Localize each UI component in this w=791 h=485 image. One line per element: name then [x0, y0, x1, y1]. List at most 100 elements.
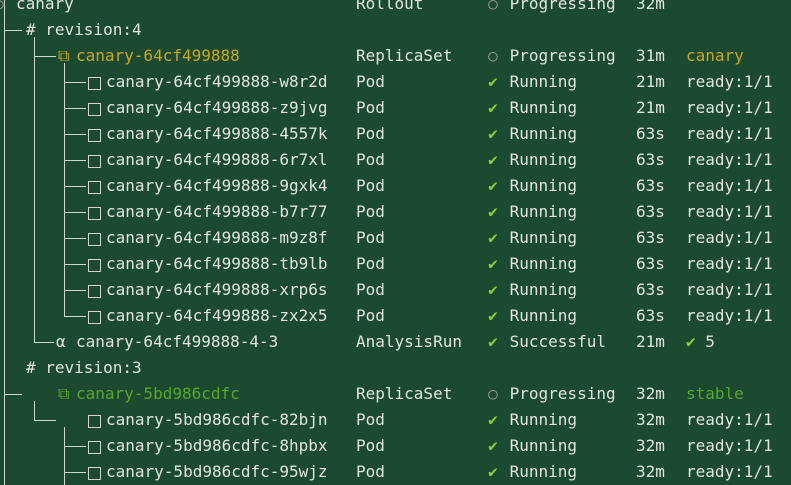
pod-icon [88, 311, 101, 324]
resource-status: ✔ Running [486, 121, 577, 147]
resource-status: ✔ Successful [486, 329, 606, 355]
replicaset-icon: ⧉ [58, 384, 70, 403]
resource-info: ready:1/1 [686, 228, 773, 247]
resource-name: canary-64cf499888-6r7xl [106, 150, 328, 169]
pod-icon [88, 259, 101, 272]
status-text: Running [500, 124, 578, 143]
check-icon: ✔ [488, 436, 498, 455]
resource-age: 63s [636, 150, 665, 169]
tree-line [64, 134, 86, 135]
pod-row[interactable]: canary-64cf499888-m9z8f Pod ✔ Running 63s re… [0, 225, 791, 251]
resource-kind: Pod [356, 202, 385, 221]
resource-age: 21m [636, 72, 665, 91]
tree-line [64, 316, 86, 317]
resource-info: stable [686, 384, 744, 403]
pod-row[interactable]: canary-64cf499888-4557k Pod ✔ Running 63s re… [0, 121, 791, 147]
pod-icon [88, 415, 101, 428]
status-text: Successful [500, 332, 606, 351]
pod-row[interactable]: canary-64cf499888-w8r2d Pod ✔ Running 21m re… [0, 69, 791, 95]
check-icon: ✔ [488, 176, 498, 195]
tree-line [34, 342, 54, 343]
resource-info: ready:1/1 [686, 124, 773, 143]
pod-row[interactable]: canary-5bd986cdfc-82bjn Pod ✔ Running 32m re… [0, 407, 791, 433]
pod-row[interactable]: canary-64cf499888-6r7xl Pod ✔ Running 63s re… [0, 147, 791, 173]
resource-status: ✔ Running [486, 251, 577, 277]
resource-kind: Pod [356, 410, 385, 429]
resource-status: ✔ Running [486, 69, 577, 95]
tree-line [64, 63, 65, 316]
status-text: Running [500, 202, 578, 221]
resource-age: 63s [636, 124, 665, 143]
resource-info: ready:1/1 [686, 436, 773, 455]
tree-line [64, 186, 86, 187]
resource-kind: Pod [356, 306, 385, 325]
terminal-window: ○ canary Rollout ○ Progressing 32m # revision… [0, 0, 791, 485]
pod-row[interactable]: canary-64cf499888-b7r77 Pod ✔ Running 63s re… [0, 199, 791, 225]
check-icon: ✔ [488, 150, 498, 169]
replicaset-row[interactable]: ⧉ canary-5bd986cdfc ReplicaSet ○ Progressin… [0, 381, 791, 407]
resource-name: canary-5bd986cdfc-95wjz [106, 462, 328, 481]
check-icon: ✔ [686, 332, 706, 351]
tree-line [64, 108, 86, 109]
resource-age: 32m [636, 410, 665, 429]
resource-name: canary-64cf499888-b7r77 [106, 202, 328, 221]
resource-kind: Pod [356, 98, 385, 117]
pod-row[interactable]: canary-5bd986cdfc-95wjz Pod ✔ Running 32m re… [0, 459, 791, 485]
pod-row[interactable]: canary-64cf499888-tb9lb Pod ✔ Running 63s re… [0, 251, 791, 277]
resource-status: ✔ Running [486, 225, 577, 251]
resource-status: ✔ Running [486, 407, 577, 433]
rollout-row[interactable]: ○ canary Rollout ○ Progressing 32m [0, 0, 791, 17]
revision-row[interactable]: # revision:3 [0, 355, 791, 381]
check-icon: ✔ [488, 254, 498, 273]
resource-status: ✔ Running [486, 95, 577, 121]
pod-row[interactable]: canary-64cf499888-zx2x5 Pod ✔ Running 63s re… [0, 303, 791, 329]
pod-icon [88, 467, 101, 480]
check-icon: ✔ [488, 462, 498, 481]
status-text: Running [500, 280, 578, 299]
tree-line [64, 290, 86, 291]
tree-line [64, 160, 86, 161]
pod-row[interactable]: canary-64cf499888-9gxk4 Pod ✔ Running 63s re… [0, 173, 791, 199]
resource-age: 63s [636, 228, 665, 247]
pod-row[interactable]: canary-5bd986cdfc-8hpbx Pod ✔ Running 32m re… [0, 433, 791, 459]
resource-kind: Pod [356, 436, 385, 455]
resource-kind: ReplicaSet [356, 384, 453, 403]
resource-name: canary-64cf499888-zx2x5 [106, 306, 328, 325]
tree-line [4, 394, 22, 395]
resource-info: canary [686, 46, 744, 65]
resource-kind: Pod [356, 280, 385, 299]
progress-circle-icon: ○ [488, 384, 498, 403]
resource-name: canary-64cf499888-4-3 [76, 332, 279, 351]
tree-line [64, 427, 65, 485]
check-icon: ✔ [488, 280, 498, 299]
tree-line [34, 401, 35, 420]
resource-info: ready:1/1 [686, 176, 773, 195]
analysisrun-row[interactable]: α canary-64cf499888-4-3 AnalysisRun ✔ Succe… [0, 329, 791, 355]
resource-kind: AnalysisRun [356, 332, 462, 351]
pod-icon [88, 155, 101, 168]
replicaset-row[interactable]: ⧉ canary-64cf499888 ReplicaSet ○ Progressin… [0, 43, 791, 69]
resource-info: ready:1/1 [686, 306, 773, 325]
status-text: Running [500, 176, 578, 195]
resource-age: 31m [636, 46, 665, 65]
progress-circle-icon: ○ [488, 46, 498, 65]
resource-status: ✔ Running [486, 433, 577, 459]
revision-row[interactable]: # revision:4 [0, 17, 791, 43]
resource-status: ✔ Running [486, 173, 577, 199]
pod-icon [88, 285, 101, 298]
progress-circle-icon: ○ [488, 0, 498, 13]
pod-icon [88, 207, 101, 220]
resource-name: # revision:3 [26, 358, 142, 377]
resource-status: ✔ Running [486, 277, 577, 303]
pod-icon [88, 129, 101, 142]
pod-icon [88, 77, 101, 90]
resource-name: # revision:4 [26, 20, 142, 39]
pod-row[interactable]: canary-64cf499888-z9jvg Pod ✔ Running 21m re… [0, 95, 791, 121]
check-icon: ✔ [488, 228, 498, 247]
resource-info: ready:1/1 [686, 98, 773, 117]
resource-kind: Pod [356, 176, 385, 195]
resource-age: 63s [636, 202, 665, 221]
resource-age: 63s [636, 280, 665, 299]
pod-row[interactable]: canary-64cf499888-xrp6s Pod ✔ Running 63s re… [0, 277, 791, 303]
resource-status: ✔ Running [486, 147, 577, 173]
